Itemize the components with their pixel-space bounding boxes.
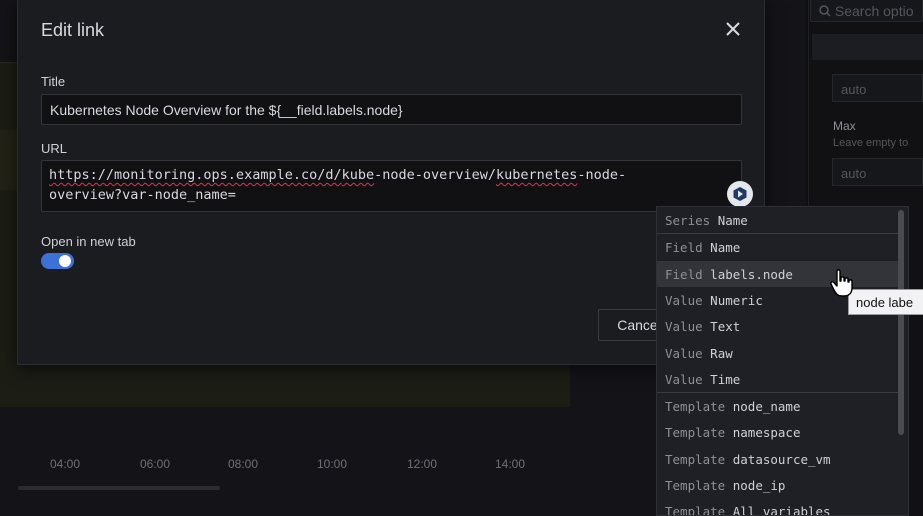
url-line-1: https://monitoring.ops.example.co/d/kube… [49, 165, 734, 185]
url-label: URL [41, 141, 68, 156]
suggestion-item[interactable]: Template datasource_vm [657, 446, 902, 472]
suggestion-item[interactable]: Value Raw [657, 340, 902, 366]
suggestion-item[interactable]: Field Name [657, 234, 902, 260]
modal-title: Edit link [41, 20, 105, 40]
time-axis: 04:00 06:00 08:00 10:00 12:00 14:00 [0, 457, 560, 473]
suggestion-item[interactable]: Template node_ip [657, 472, 902, 498]
suggestion-kind: Field [665, 240, 703, 256]
toggle-knob [59, 255, 71, 267]
max-hint: Leave empty to [833, 137, 909, 149]
suggestion-name: node_name [732, 399, 801, 415]
min-input[interactable]: auto [832, 74, 923, 102]
variable-suggestions-menu: Series Name Field Name Field labels.node Va… [656, 206, 909, 516]
suggestion-kind: Template [665, 451, 726, 467]
max-label: Max [833, 119, 856, 133]
suggestion-item[interactable]: Value Time [657, 366, 902, 392]
url-text: -node-overview/ [374, 167, 497, 183]
suggestion-name: node_ip [732, 478, 786, 493]
suggestion-name: namespace [732, 425, 801, 441]
suggestion-name: Time [710, 371, 741, 387]
suggestion-kind: Value [665, 292, 703, 308]
url-line-2: overview?var-node_name= [49, 187, 236, 203]
suggestion-kind: Series [665, 213, 711, 228]
open-new-tab-toggle[interactable] [41, 253, 74, 269]
suggestion-name: datasource_vm [732, 451, 831, 467]
title-input[interactable]: Kubernetes Node Overview for the ${__fie… [41, 94, 742, 125]
suggestion-item[interactable]: Template node_name [657, 393, 902, 419]
hand-cursor-icon [830, 269, 853, 297]
horizontal-scrollbar[interactable] [18, 486, 220, 490]
close-icon [726, 22, 740, 36]
url-text: kubernetes [496, 167, 578, 183]
url-text: https://monitoring.ops.example.co/d/ [49, 167, 342, 183]
options-section-header[interactable] [812, 34, 923, 60]
max-input[interactable]: auto [832, 158, 923, 186]
close-button[interactable] [721, 17, 745, 41]
title-label: Title [41, 74, 66, 89]
time-tick: 04:00 [50, 457, 81, 471]
suggestion-item[interactable]: Series Name [657, 207, 902, 233]
url-text: kube [341, 167, 375, 183]
time-tick: 06:00 [140, 457, 171, 471]
insert-variable-button[interactable] [727, 181, 753, 207]
suggestion-name: labels.node [710, 266, 793, 282]
suggestions-scrollbar[interactable] [898, 210, 904, 435]
suggestion-kind: Value [665, 345, 703, 361]
time-tick: 10:00 [317, 457, 348, 471]
suggestion-item[interactable]: Template namespace [657, 419, 902, 445]
suggestion-name: All variables [732, 504, 831, 516]
open-new-tab-label: Open in new tab [41, 234, 136, 249]
suggestion-name: Text [710, 319, 741, 335]
suggestion-item[interactable]: Template All variables [657, 498, 902, 516]
suggestion-kind: Field [665, 266, 703, 282]
url-input[interactable]: https://monitoring.ops.example.co/d/kube… [41, 160, 742, 212]
suggestion-kind: Value [665, 371, 703, 387]
suggestion-name: Name [717, 213, 748, 228]
options-search-input[interactable]: Search optio [810, 0, 923, 22]
options-search-placeholder: Search optio [834, 3, 914, 19]
time-tick: 08:00 [228, 457, 259, 471]
suggestion-kind: Template [665, 504, 726, 516]
time-tick: 12:00 [407, 457, 438, 471]
time-tick: 14:00 [495, 457, 526, 471]
suggestion-kind: Template [665, 425, 726, 441]
suggestion-item[interactable]: Value Text [657, 313, 902, 339]
suggestion-kind: Template [665, 478, 726, 493]
search-icon [819, 3, 835, 19]
url-text: -node- [577, 167, 627, 183]
suggestion-kind: Value [665, 319, 703, 335]
suggestion-name: Name [710, 240, 741, 256]
variable-icon [733, 187, 747, 201]
suggestion-kind: Template [665, 399, 726, 415]
edit-link-modal: Edit link Title Kubernetes Node Overview… [17, 0, 765, 365]
suggestion-name: Raw [710, 345, 733, 361]
suggestion-tooltip: node labe [848, 289, 923, 315]
suggestion-name: Numeric [710, 292, 763, 308]
suggestion-item[interactable]: Field labels.node [657, 260, 902, 287]
